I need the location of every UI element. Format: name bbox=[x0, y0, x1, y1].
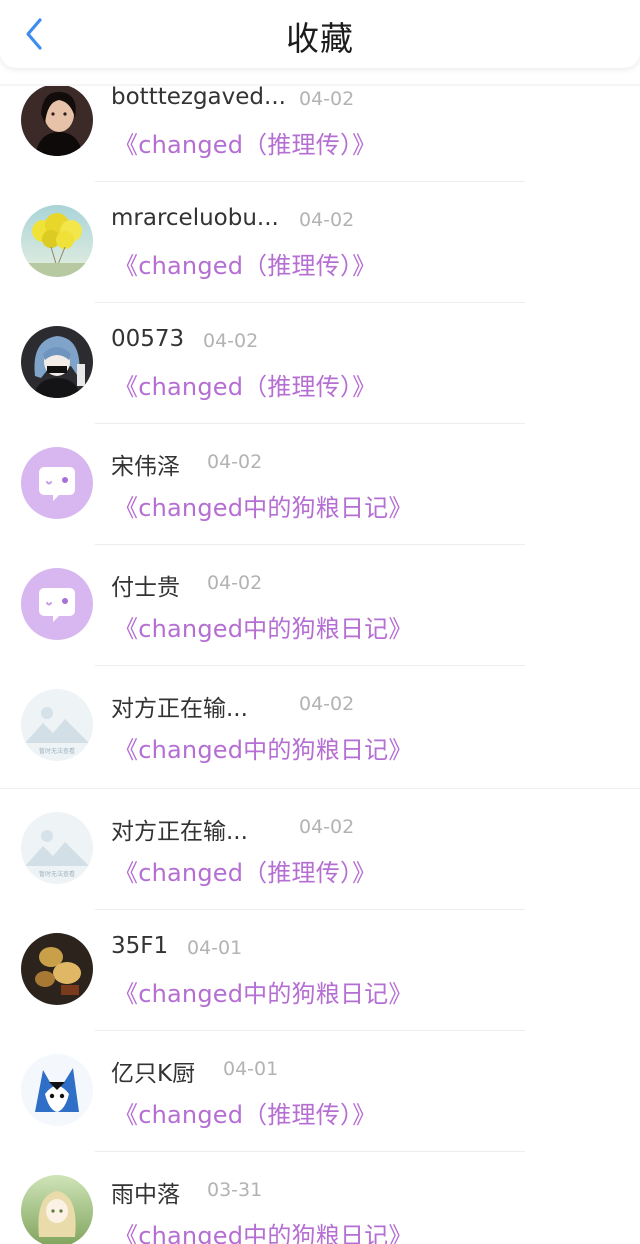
user-name[interactable]: 对方正在输... bbox=[111, 812, 248, 846]
favorite-list-item[interactable]: 暂时无法查看 对方正在输... 04-02 《changed（推理传）》 bbox=[0, 788, 640, 909]
row-divider bbox=[95, 1030, 525, 1031]
favorite-date: 04-02 bbox=[207, 451, 263, 473]
photo-avatar[interactable] bbox=[21, 84, 93, 156]
user-name[interactable]: 00573 bbox=[111, 326, 184, 352]
row-divider bbox=[95, 665, 525, 666]
user-name[interactable]: mrarceluobu... bbox=[111, 205, 279, 231]
favorite-list-item[interactable]: 暂时无法查看 对方正在输... 04-02 《changed中的狗粮日记》 bbox=[0, 665, 640, 786]
favorites-list[interactable]: botttezgaved... 04-02 《changed（推理传）》 mrarc… bbox=[0, 84, 640, 1244]
row-divider bbox=[95, 909, 525, 910]
favorite-date: 04-02 bbox=[299, 209, 355, 231]
page-title: 收藏 bbox=[286, 19, 354, 58]
book-title-link[interactable]: 《changed（推理传）》 bbox=[114, 246, 376, 281]
row-divider bbox=[95, 302, 525, 303]
favorite-list-item[interactable]: 00573 04-02 《changed（推理传）》 bbox=[0, 302, 640, 423]
book-title-link[interactable]: 《changed中的狗粮日记》 bbox=[114, 974, 413, 1009]
book-title-link[interactable]: 《changed中的狗粮日记》 bbox=[114, 1216, 413, 1244]
favorite-list-item[interactable]: mrarceluobu... 04-02 《changed（推理传）》 bbox=[0, 181, 640, 302]
book-title-link[interactable]: 《changed中的狗粮日记》 bbox=[114, 730, 413, 765]
book-title-link[interactable]: 《changed（推理传）》 bbox=[114, 853, 376, 888]
book-title-link[interactable]: 《changed中的狗粮日记》 bbox=[114, 609, 413, 644]
user-name[interactable]: 亿只K厨 bbox=[111, 1054, 195, 1088]
row-divider bbox=[95, 544, 525, 545]
favorite-list-item[interactable]: 付士贵 04-02 《changed中的狗粮日记》 bbox=[0, 544, 640, 665]
favorite-list-item[interactable]: 亿只K厨 04-01 《changed（推理传）》 bbox=[0, 1030, 640, 1151]
book-title-link[interactable]: 《changed中的狗粮日记》 bbox=[114, 488, 413, 523]
user-name[interactable]: 对方正在输... bbox=[111, 689, 248, 723]
row-divider bbox=[95, 423, 525, 424]
favorite-list-item[interactable]: botttezgaved... 04-02 《changed（推理传）》 bbox=[0, 84, 640, 181]
anime-character-avatar[interactable] bbox=[21, 326, 93, 398]
row-divider bbox=[95, 1151, 525, 1152]
favorite-list-item[interactable]: 雨中落 03-31 《changed中的狗粮日记》 bbox=[0, 1151, 640, 1244]
wolf-character-avatar[interactable] bbox=[21, 1054, 93, 1126]
avatar-caption: 暂时无法查看 bbox=[39, 747, 75, 755]
favorite-date: 04-02 bbox=[299, 88, 355, 110]
row-divider bbox=[95, 181, 525, 182]
user-name[interactable]: 付士贵 bbox=[111, 568, 180, 602]
favorite-date: 04-01 bbox=[187, 937, 243, 959]
favorite-date: 04-02 bbox=[203, 330, 259, 352]
book-title-link[interactable]: 《changed（推理传）》 bbox=[114, 125, 376, 160]
user-name[interactable]: 雨中落 bbox=[111, 1175, 180, 1209]
favorite-date: 04-02 bbox=[299, 693, 355, 715]
list-top-separator bbox=[0, 84, 640, 86]
yellow-balloons-avatar[interactable] bbox=[21, 205, 93, 277]
book-title-link[interactable]: 《changed（推理传）》 bbox=[114, 1095, 376, 1130]
avatar-caption: 暂时无法查看 bbox=[39, 870, 75, 878]
book-title-link[interactable]: 《changed（推理传）》 bbox=[114, 367, 376, 402]
user-name[interactable]: 宋伟泽 bbox=[111, 447, 180, 481]
favorite-date: 04-01 bbox=[223, 1058, 279, 1080]
image-unavailable-avatar[interactable]: 暂时无法查看 bbox=[21, 812, 93, 884]
food-photo-avatar[interactable] bbox=[21, 933, 93, 1005]
user-name[interactable]: 35F1 bbox=[111, 933, 168, 959]
default-chat-bubble-avatar[interactable] bbox=[21, 568, 93, 640]
favorite-list-item[interactable]: 宋伟泽 04-02 《changed中的狗粮日记》 bbox=[0, 423, 640, 544]
app-header: 收藏 bbox=[0, 0, 640, 68]
user-name[interactable]: botttezgaved... bbox=[111, 84, 286, 110]
favorite-date: 04-02 bbox=[207, 572, 263, 594]
green-anime-avatar[interactable] bbox=[21, 1175, 93, 1244]
image-unavailable-avatar[interactable]: 暂时无法查看 bbox=[21, 689, 93, 761]
favorite-date: 04-02 bbox=[299, 816, 355, 838]
favorite-date: 03-31 bbox=[207, 1179, 263, 1201]
row-divider bbox=[0, 788, 640, 789]
favorite-list-item[interactable]: 35F1 04-01 《changed中的狗粮日记》 bbox=[0, 909, 640, 1030]
default-chat-bubble-avatar[interactable] bbox=[21, 447, 93, 519]
